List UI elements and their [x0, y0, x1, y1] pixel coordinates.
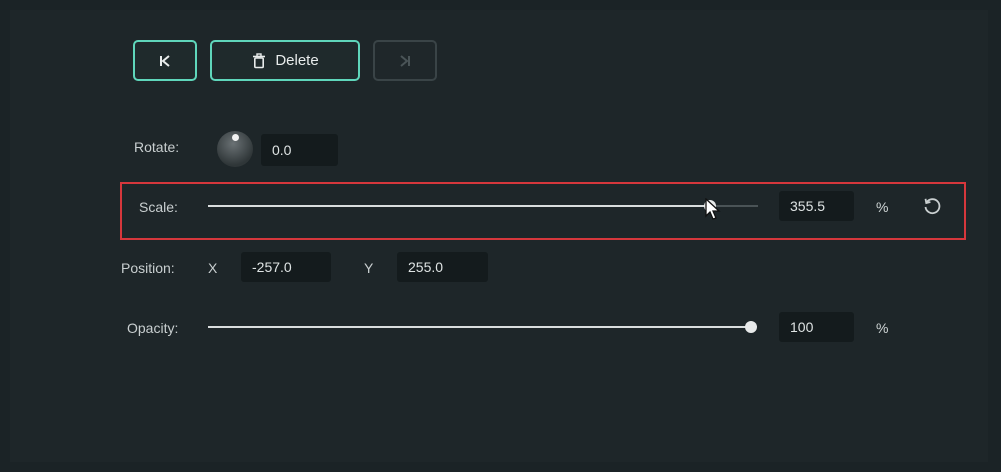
position-y-label: Y: [364, 260, 374, 276]
scale-unit: %: [876, 199, 889, 215]
position-x-input[interactable]: -257.0: [241, 252, 331, 282]
scale-input[interactable]: 355.5: [779, 191, 854, 221]
delete-button[interactable]: Delete: [210, 40, 360, 81]
next-keyframe-icon: [400, 54, 410, 67]
opacity-input[interactable]: 100: [779, 312, 854, 342]
rotate-input[interactable]: 0.0: [261, 134, 338, 166]
rotate-label: Rotate:: [134, 139, 180, 155]
opacity-slider-fill: [208, 326, 751, 328]
rotate-knob-indicator: [232, 134, 239, 141]
position-y-input[interactable]: 255.0: [397, 252, 488, 282]
position-x-label: X: [208, 260, 218, 276]
position-label: Position:: [121, 260, 175, 276]
prev-keyframe-button[interactable]: [133, 40, 197, 81]
scale-label: Scale:: [139, 199, 178, 215]
prev-keyframe-icon: [160, 54, 170, 67]
opacity-label: Opacity:: [127, 320, 179, 336]
trash-icon: [253, 52, 266, 68]
delete-button-label: Delete: [275, 52, 319, 69]
scale-slider-fill: [208, 205, 710, 207]
opacity-unit: %: [876, 320, 889, 336]
opacity-slider-thumb[interactable]: [745, 321, 757, 333]
next-keyframe-button[interactable]: [373, 40, 437, 81]
mouse-cursor-icon: [705, 198, 721, 220]
reset-icon[interactable]: [922, 196, 942, 216]
